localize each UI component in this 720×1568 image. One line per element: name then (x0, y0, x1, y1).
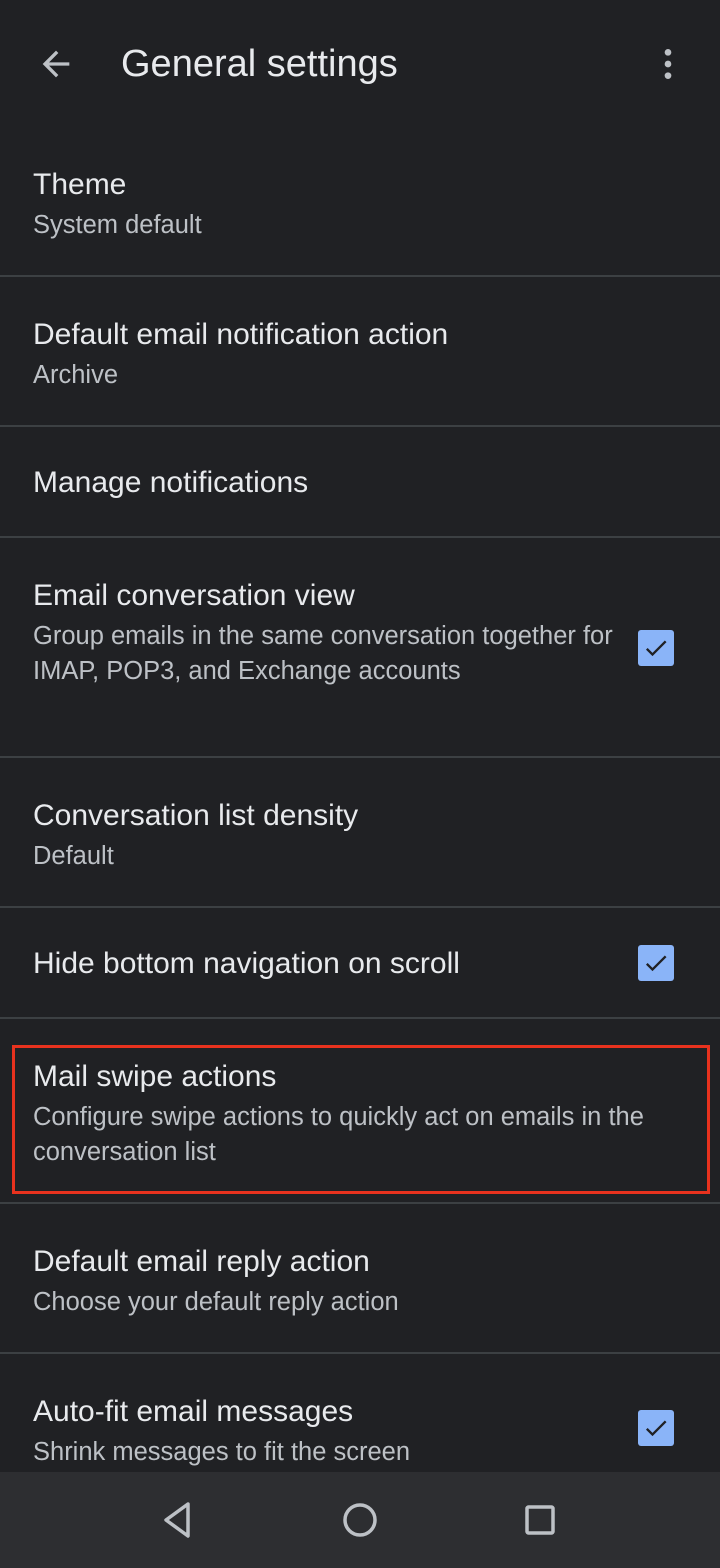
settings-screen: General settings Theme System default De… (0, 0, 720, 1568)
setting-label: Hide bottom navigation on scroll (33, 947, 460, 980)
setting-label: Theme (33, 168, 127, 201)
check-icon (645, 640, 667, 657)
nav-recents-button[interactable] (510, 1490, 570, 1550)
setting-label: Conversation list density (33, 799, 359, 832)
setting-description: Shrink messages to fit the screen (33, 1438, 411, 1466)
setting-description: Choose your default reply action (33, 1288, 399, 1316)
check-icon (645, 955, 667, 972)
setting-label: Email conversation view (33, 579, 355, 612)
setting-description: Configure swipe actions to quickly act o… (33, 1103, 644, 1166)
conversation-view-checkbox[interactable] (638, 630, 674, 666)
setting-swipe-actions[interactable]: Mail swipe actions Configure swipe actio… (0, 1019, 720, 1204)
setting-label: Manage notifications (33, 466, 309, 499)
nav-recents-square-icon (525, 1505, 555, 1535)
setting-description: Default (33, 842, 114, 870)
setting-label: Mail swipe actions (33, 1060, 277, 1093)
more-options-button[interactable] (640, 36, 696, 92)
arrow-left-icon (42, 50, 70, 78)
nav-home-circle-icon (343, 1503, 377, 1537)
setting-reply-action[interactable]: Default email reply action Choose your d… (0, 1204, 720, 1354)
nav-back-button[interactable] (148, 1490, 208, 1550)
setting-notification-action[interactable]: Default email notification action Archiv… (0, 277, 720, 427)
nav-back-triangle-icon (164, 1502, 190, 1538)
check-icon (645, 1420, 667, 1437)
setting-conversation-view[interactable]: Email conversation view Group emails in … (0, 538, 720, 758)
more-vert-icon (664, 49, 672, 79)
setting-list-density[interactable]: Conversation list density Default (0, 758, 720, 908)
nav-home-button[interactable] (330, 1490, 390, 1550)
app-bar: General settings (0, 0, 720, 130)
setting-description: Group emails in the same conversation to… (33, 622, 613, 685)
hide-bottom-nav-checkbox[interactable] (638, 945, 674, 981)
setting-hide-bottom-nav[interactable]: Hide bottom navigation on scroll (0, 908, 720, 1019)
setting-label: Auto-fit email messages (33, 1395, 354, 1428)
setting-manage-notifications[interactable]: Manage notifications (0, 427, 720, 538)
page-title: General settings (121, 43, 398, 85)
setting-label: Default email reply action (33, 1245, 370, 1278)
setting-label: Default email notification action (33, 318, 449, 351)
system-nav-bar (0, 1472, 720, 1568)
auto-fit-checkbox[interactable] (638, 1410, 674, 1446)
settings-list: Theme System default Default email notif… (0, 127, 720, 1504)
setting-theme[interactable]: Theme System default (0, 127, 720, 277)
back-button[interactable] (28, 36, 84, 92)
setting-description: System default (33, 211, 202, 239)
setting-description: Archive (33, 361, 119, 389)
